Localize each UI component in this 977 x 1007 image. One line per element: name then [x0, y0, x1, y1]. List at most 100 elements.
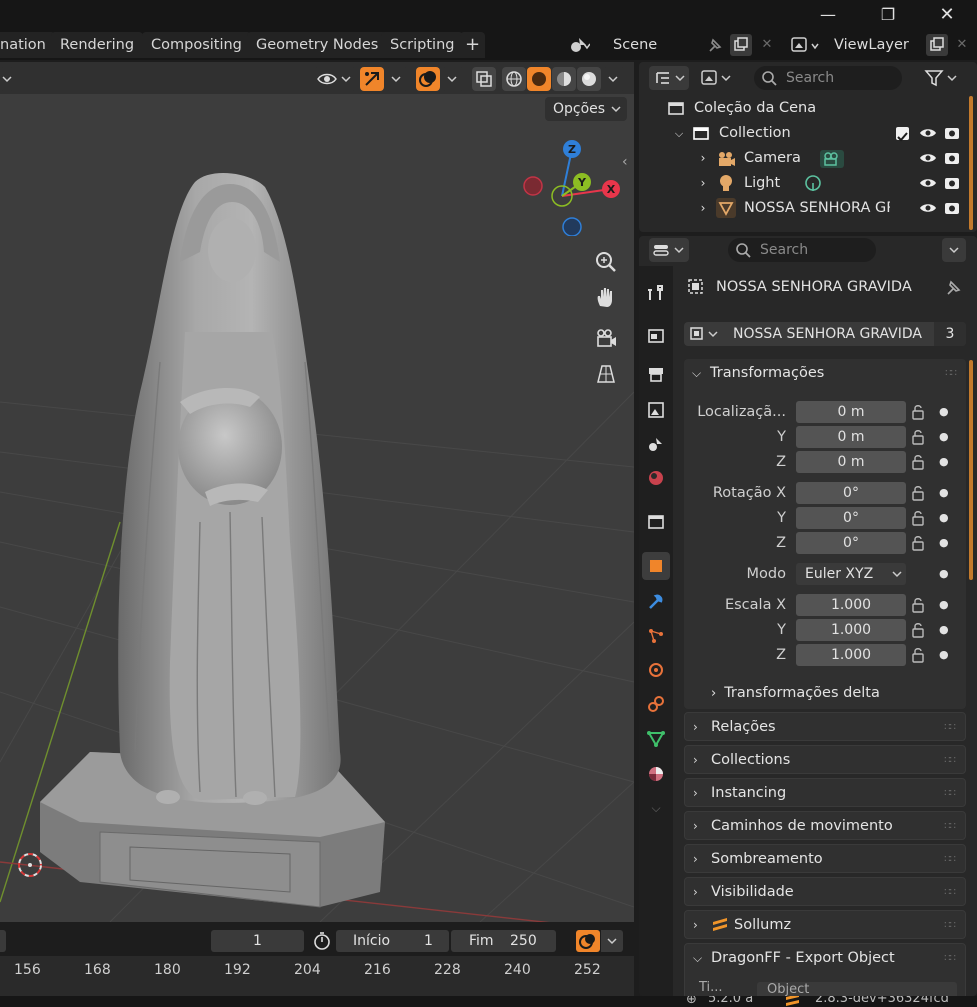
partial-field[interactable] — [0, 930, 6, 952]
scene-name-field[interactable]: Scene — [613, 34, 657, 56]
eye-icon[interactable] — [919, 196, 937, 230]
overlays-toggle-icon[interactable] — [416, 67, 440, 91]
modifier-tab-icon[interactable] — [642, 588, 670, 616]
shading-dropdown-icon[interactable] — [603, 67, 625, 91]
scene-tab-icon[interactable] — [642, 430, 670, 458]
panel-visibility[interactable]: › Visibilidade ∷∷ — [684, 877, 966, 906]
outliner-row-camera[interactable]: › Camera — [639, 146, 969, 171]
tab-geometry-nodes[interactable]: Geometry Nodes — [247, 32, 388, 58]
lock-icon[interactable] — [911, 532, 925, 554]
drag-handle-icon[interactable]: ∷∷ — [944, 911, 956, 940]
render-camera-icon[interactable] — [943, 196, 961, 230]
keyframe-dot-icon[interactable]: ● — [939, 532, 949, 554]
overlays-dropdown-icon[interactable] — [442, 67, 464, 91]
lock-icon[interactable] — [911, 507, 925, 529]
navigation-gizmo[interactable]: Z X Y — [518, 136, 628, 236]
keyframe-dot-icon[interactable]: ● — [939, 563, 949, 585]
partial-value-field[interactable]: Object — [757, 982, 957, 996]
lock-icon[interactable] — [911, 451, 925, 473]
material-shading-icon[interactable] — [552, 67, 576, 91]
panel-collections[interactable]: › Collections ∷∷ — [684, 745, 966, 774]
render-tab-icon[interactable] — [642, 322, 670, 350]
new-scene-icon[interactable] — [730, 34, 752, 56]
view-layer-tab-icon[interactable] — [642, 396, 670, 424]
pin-icon[interactable] — [704, 34, 726, 56]
add-workspace-button[interactable]: + — [460, 32, 486, 58]
camera-view-icon[interactable] — [592, 324, 620, 352]
outliner-scrollbar[interactable] — [969, 96, 973, 230]
scale-x-field[interactable]: 1.000 — [796, 594, 906, 616]
tab-compositing[interactable]: Compositing — [142, 32, 251, 58]
lock-icon[interactable] — [911, 644, 925, 666]
constraints-tab-icon[interactable] — [642, 690, 670, 718]
grid-view-icon[interactable] — [592, 360, 620, 388]
view-layer-field[interactable]: ViewLayer — [834, 34, 909, 56]
drag-handle-icon[interactable]: ∷∷ — [944, 713, 956, 742]
wireframe-shading-icon[interactable] — [502, 67, 526, 91]
stopwatch-icon[interactable] — [311, 930, 333, 952]
particles-tab-icon[interactable] — [642, 622, 670, 650]
panel-shading[interactable]: › Sombreamento ∷∷ — [684, 844, 966, 873]
drag-handle-icon[interactable]: ∷∷ — [944, 944, 956, 973]
keyframe-dot-icon[interactable]: ● — [939, 451, 949, 473]
drag-handle-icon[interactable]: ∷∷ — [944, 779, 956, 808]
minimize-button[interactable]: — — [813, 4, 843, 26]
delete-scene-icon[interactable]: ✕ — [756, 34, 778, 56]
transform-panel-header[interactable]: ⌵ Transformações ∷∷ — [684, 359, 966, 388]
options-button[interactable]: Opções — [545, 97, 627, 121]
maximize-button[interactable]: ❐ — [873, 4, 903, 26]
editor-type-icon[interactable] — [649, 238, 689, 262]
drag-handle-icon[interactable]: ∷∷ — [944, 812, 956, 841]
properties-search-input[interactable]: Search — [728, 238, 876, 262]
users-count[interactable]: 3 — [934, 322, 966, 346]
panel-relations[interactable]: › Relações ∷∷ — [684, 712, 966, 741]
keyframe-dot-icon[interactable]: ● — [939, 426, 949, 448]
outliner-row-mesh[interactable]: › NOSSA SENHORA GRAVIDA — [639, 196, 969, 221]
chevron-down-icon[interactable] — [601, 930, 623, 952]
delta-transform-subpanel[interactable]: › Transformações delta — [711, 682, 880, 705]
tool-tab-icon[interactable] — [642, 280, 670, 308]
location-y-field[interactable]: 0 m — [796, 426, 906, 448]
view-layer-icon[interactable] — [790, 34, 819, 56]
output-tab-icon[interactable] — [642, 360, 670, 388]
display-mode-icon[interactable] — [649, 66, 689, 90]
keyframe-dot-icon[interactable]: ● — [939, 401, 949, 423]
object-browse-icon[interactable] — [687, 323, 723, 345]
scene-collection-row[interactable]: Coleção da Cena — [639, 96, 969, 121]
object-datablock-field[interactable]: NOSSA SENHORA GRAVIDA 3 — [684, 322, 966, 346]
scale-y-field[interactable]: 1.000 — [796, 619, 906, 641]
rotation-y-field[interactable]: 0° — [796, 507, 906, 529]
chevron-down-icon[interactable] — [942, 238, 966, 262]
panel-motion-paths[interactable]: › Caminhos de movimento ∷∷ — [684, 811, 966, 840]
drag-handle-icon[interactable]: ∷∷ — [944, 878, 956, 907]
rotation-z-field[interactable]: 0° — [796, 532, 906, 554]
gizmo-dropdown-icon[interactable] — [386, 67, 408, 91]
solid-shading-icon[interactable] — [527, 67, 551, 91]
keyframe-dot-icon[interactable]: ● — [939, 644, 949, 666]
physics-tab-icon[interactable] — [642, 656, 670, 684]
drag-handle-icon[interactable]: ∷∷ — [945, 359, 957, 388]
xray-toggle-icon[interactable] — [472, 67, 496, 91]
keyframe-dot-icon[interactable]: ● — [939, 482, 949, 504]
tab-rendering[interactable]: Rendering — [51, 32, 144, 58]
visibility-icon[interactable] — [314, 67, 356, 91]
rendered-shading-icon[interactable] — [577, 67, 601, 91]
delete-view-layer-icon[interactable]: ✕ — [951, 34, 973, 56]
tab-scripting[interactable]: Scripting — [381, 32, 464, 58]
keyframe-dot-icon[interactable]: ● — [939, 507, 949, 529]
drag-handle-icon[interactable]: ∷∷ — [944, 746, 956, 775]
outliner-search-input[interactable]: Search — [754, 66, 902, 90]
filter-view-icon[interactable] — [695, 66, 735, 90]
tab-animation[interactable]: nation — [0, 32, 55, 58]
outliner-row-collection[interactable]: ⌵ Collection — [639, 121, 969, 146]
panel-instancing[interactable]: › Instancing ∷∷ — [684, 778, 966, 807]
current-frame-field[interactable]: 1 — [211, 930, 304, 952]
lock-icon[interactable] — [911, 401, 925, 423]
new-view-layer-icon[interactable] — [926, 34, 948, 56]
end-frame-field[interactable]: Fim 250 — [451, 930, 556, 952]
lock-icon[interactable] — [911, 594, 925, 616]
scene-icon[interactable] — [568, 34, 591, 56]
object-tab-icon[interactable] — [642, 552, 670, 580]
keyframe-dot-icon[interactable]: ● — [939, 594, 949, 616]
collection-tab-icon[interactable] — [642, 508, 670, 536]
